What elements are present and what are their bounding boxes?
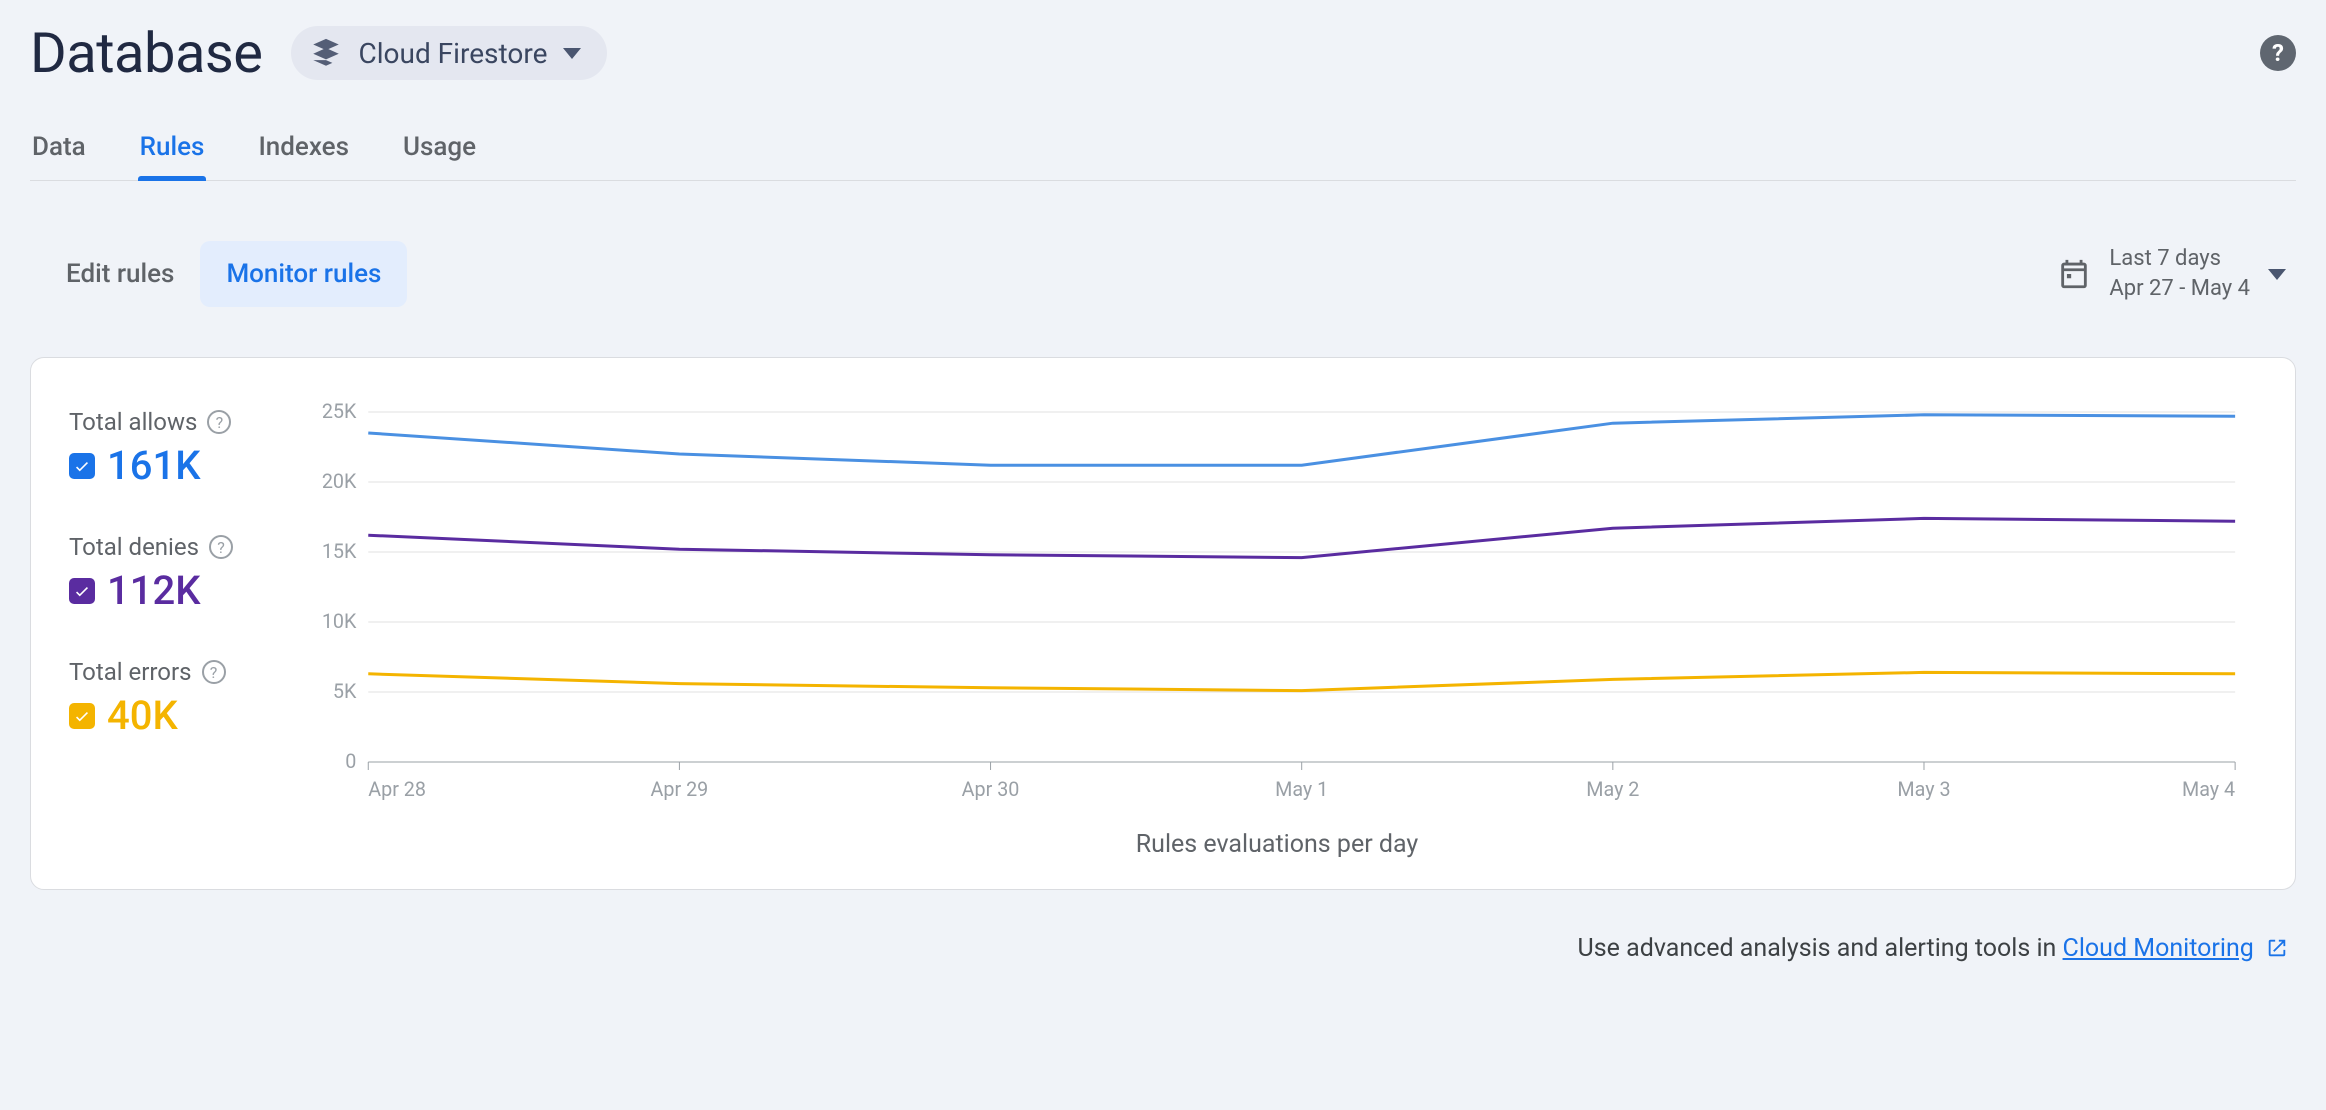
chevron-down-icon [563,48,581,59]
svg-text:15K: 15K [322,540,357,563]
svg-text:25K: 25K [322,402,357,423]
help-icon[interactable]: ? [2260,35,2296,71]
legend-errors-checkbox[interactable] [69,703,95,729]
date-range-label: Last 7 days [2109,244,2250,274]
tab-indexes[interactable]: Indexes [256,132,351,180]
tab-usage[interactable]: Usage [401,132,478,180]
svg-text:Apr 29: Apr 29 [651,778,709,801]
subtab-edit-rules[interactable]: Edit rules [40,241,200,307]
chevron-down-icon [2268,269,2286,280]
chart-caption: Rules evaluations per day [309,830,2245,859]
legend-item-errors: Total errors ? 40K [69,658,289,739]
page-title: Database [30,20,263,86]
legend-allows-checkbox[interactable] [69,453,95,479]
database-selector[interactable]: Cloud Firestore [291,26,608,80]
external-link-icon [2266,937,2288,966]
calendar-icon [2057,257,2091,291]
help-icon[interactable]: ? [209,535,233,559]
date-range-picker[interactable]: Last 7 days Apr 27 - May 4 [2057,244,2286,303]
svg-text:0: 0 [345,750,356,773]
help-icon[interactable]: ? [207,410,231,434]
tab-rules[interactable]: Rules [138,132,207,180]
cloud-monitoring-link[interactable]: Cloud Monitoring [2063,934,2254,963]
svg-text:May 4: May 4 [2182,778,2235,801]
legend-errors-title: Total errors [69,658,192,686]
legend-denies-checkbox[interactable] [69,578,95,604]
help-icon[interactable]: ? [202,660,226,684]
rules-chart: 0 5K 10K 15K 20K 25K Apr 28 Apr 29 Apr 30 May 1 Ma… [309,402,2245,812]
database-selector-label: Cloud Firestore [359,37,548,70]
date-range-value: Apr 27 - May 4 [2109,274,2250,304]
firestore-icon [309,36,343,70]
footer-text: Use advanced analysis and alerting tools… [30,934,2296,966]
legend-denies-title: Total denies [69,533,199,561]
svg-text:Apr 30: Apr 30 [962,778,1020,801]
svg-text:May 1: May 1 [1275,778,1328,801]
subtab-monitor-rules[interactable]: Monitor rules [200,241,407,307]
svg-text:May 2: May 2 [1586,778,1639,801]
legend-denies-value: 112K [107,567,200,614]
legend-item-allows: Total allows ? 161K [69,408,289,489]
svg-text:5K: 5K [333,680,357,703]
tab-data[interactable]: Data [30,132,88,180]
top-tabs: Data Rules Indexes Usage [30,132,2296,181]
svg-text:10K: 10K [322,610,357,633]
legend-allows-value: 161K [107,442,200,489]
legend-item-denies: Total denies ? 112K [69,533,289,614]
legend-errors-value: 40K [107,692,178,739]
chart-card: Total allows ? 161K Total denies ? [30,357,2296,890]
svg-text:May 3: May 3 [1897,778,1950,801]
footer-prefix: Use advanced analysis and alerting tools… [1578,934,2063,963]
svg-text:Apr 28: Apr 28 [368,778,426,801]
legend-allows-title: Total allows [69,408,197,436]
svg-text:20K: 20K [322,470,357,493]
